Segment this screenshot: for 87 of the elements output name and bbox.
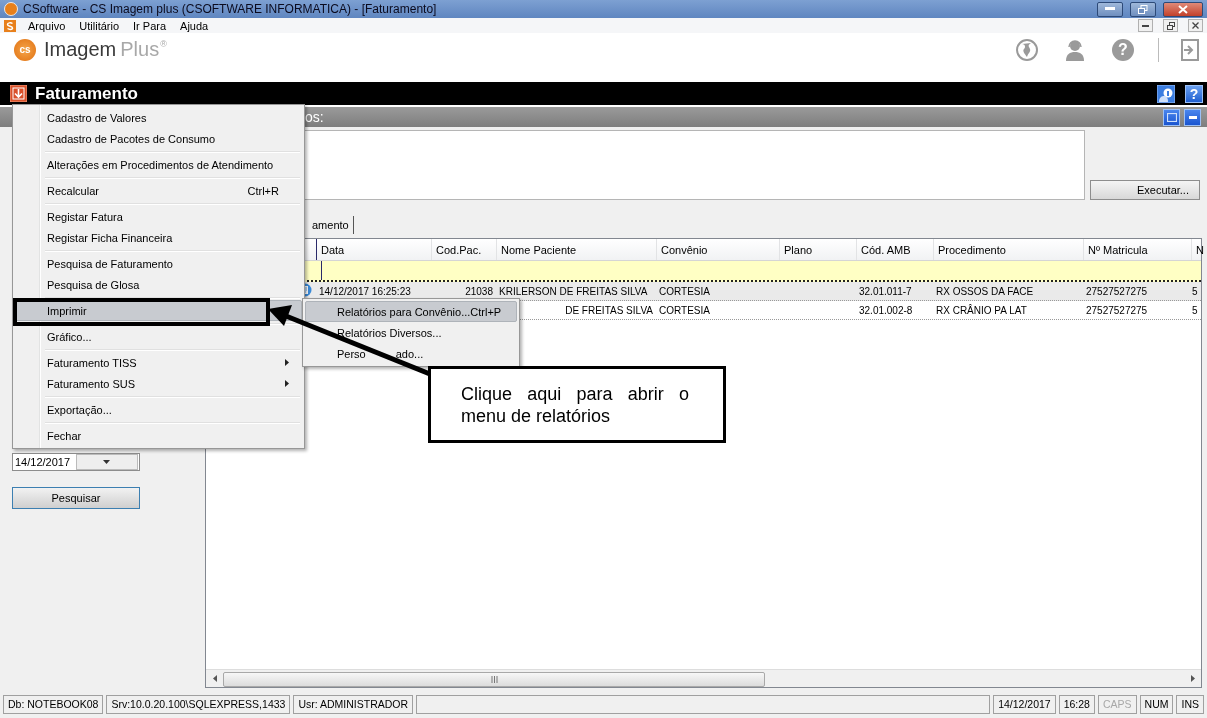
table-cell-text: 14/12/2017 16:25:23 bbox=[318, 285, 412, 297]
restore-icon bbox=[1138, 4, 1148, 14]
status-panel: NUM bbox=[1139, 694, 1174, 714]
status-panel: CAPS bbox=[1097, 694, 1137, 714]
user-icon[interactable] bbox=[1064, 38, 1086, 61]
close-button[interactable] bbox=[1163, 1, 1203, 17]
menu-item[interactable]: Perso ado... bbox=[305, 343, 517, 364]
child-close-button[interactable] bbox=[1188, 19, 1203, 32]
column-header[interactable]: Convênio bbox=[656, 239, 779, 260]
table-cell-text: 32.01.002-8 bbox=[858, 304, 914, 316]
menu-item[interactable]: Pesquisa de Faturamento bbox=[15, 253, 302, 274]
menu-item[interactable]: Recalcular Ctrl+R bbox=[15, 180, 302, 201]
status-panel: 14/12/2017 bbox=[993, 694, 1056, 714]
restore-button[interactable] bbox=[1130, 1, 1156, 17]
column-header[interactable]: Plano bbox=[779, 239, 856, 260]
column-header[interactable]: Data bbox=[316, 239, 431, 260]
status-panel: Db: NOTEBOOK08 bbox=[3, 694, 104, 714]
menu-item[interactable]: Registar Ficha Financeira bbox=[15, 227, 302, 248]
minimize-icon bbox=[1142, 24, 1149, 27]
status-panel: Usr: ADMINISTRADOR bbox=[293, 694, 414, 714]
module-title: Faturamento bbox=[35, 83, 138, 104]
grip-icon bbox=[490, 676, 498, 683]
scroll-right-icon[interactable] bbox=[1190, 675, 1195, 682]
close-icon bbox=[1178, 4, 1188, 14]
table-cell-text: KRILERSON DE FREITAS SILVA bbox=[498, 285, 649, 297]
menu-bar-item[interactable]: Ir Para bbox=[131, 19, 169, 32]
menu-bar-item[interactable]: Arquivo bbox=[26, 19, 68, 32]
menu-item[interactable]: Faturamento SUS bbox=[15, 373, 302, 394]
logo-suffix: Plus bbox=[120, 38, 160, 61]
menu-bar-item[interactable]: Ajuda bbox=[178, 19, 211, 32]
download-icon[interactable] bbox=[10, 85, 27, 102]
table-cell-text: 32.01.011-7 bbox=[858, 285, 913, 297]
column-header[interactable]: Procedimento bbox=[933, 239, 1083, 260]
date-field[interactable]: 14/12/2017 bbox=[12, 453, 140, 471]
menu-bar-item[interactable]: Utilitário bbox=[77, 19, 122, 32]
table-cell-text: 21038 bbox=[464, 285, 494, 297]
scroll-left-icon[interactable] bbox=[212, 675, 217, 682]
table-cell-text: 27527527275 bbox=[1085, 285, 1149, 297]
table-cell-text: 5 bbox=[1191, 304, 1199, 316]
column-header[interactable]: N bbox=[1191, 239, 1201, 260]
table-cell-text: RX OSSOS DA FACE bbox=[935, 285, 1035, 297]
table-cell-text: RX CRÂNIO PA LAT bbox=[935, 304, 1028, 316]
menu-item[interactable]: Registar Fatura bbox=[15, 206, 302, 227]
search-button[interactable]: Pesquisar bbox=[12, 487, 140, 509]
menu-item[interactable]: Cadastro de Pacotes de Consumo bbox=[15, 128, 302, 149]
table-cell-text: CORTESIA bbox=[658, 285, 711, 297]
panel-title: os: bbox=[305, 109, 324, 125]
maximize-icon bbox=[1166, 112, 1177, 122]
tab[interactable]: amento bbox=[311, 216, 354, 234]
menu-item[interactable]: Alterações em Procedimentos de Atendimento bbox=[15, 154, 302, 175]
scrollbar-thumb[interactable] bbox=[223, 672, 765, 687]
menu-item[interactable]: Faturamento TISS bbox=[15, 352, 302, 373]
table-cell-text: 5 bbox=[1191, 285, 1199, 297]
maximize-button[interactable] bbox=[1163, 108, 1180, 126]
status-panel: INS bbox=[1176, 694, 1204, 714]
child-minimize-button[interactable] bbox=[1138, 19, 1153, 32]
table-cell-text: 27527527275 bbox=[1085, 304, 1149, 316]
restore-icon bbox=[1166, 21, 1175, 30]
close-icon bbox=[1192, 22, 1199, 29]
menu-item[interactable]: Relatórios Diversos... bbox=[305, 322, 517, 343]
status-panel: Srv:10.0.20.100\SQLEXPRESS,1433 bbox=[106, 694, 291, 714]
callout-text: Clique aqui para abrir o menu de relatórios bbox=[461, 382, 689, 427]
column-header[interactable]: Cód. AMB bbox=[856, 239, 933, 260]
column-header[interactable]: Nome Paciente bbox=[496, 239, 656, 260]
app-icon bbox=[4, 2, 18, 16]
column-header[interactable]: Cod.Pac. bbox=[431, 239, 496, 260]
menu-item[interactable]: Gráfico... bbox=[15, 326, 302, 347]
exit-icon[interactable] bbox=[1181, 38, 1199, 61]
logo-name: Imagem bbox=[44, 38, 117, 61]
menu-item[interactable]: Cadastro de Valores bbox=[15, 107, 302, 128]
column-header[interactable]: Nº Matricula bbox=[1083, 239, 1191, 260]
window-title: CSoftware - CS Imagem plus (CSOFTWARE INFORMATICA) - [Faturamento] bbox=[23, 2, 437, 16]
info-icon[interactable] bbox=[1157, 84, 1175, 103]
minimize-icon bbox=[1188, 115, 1197, 119]
dropdown-arrow-icon bbox=[103, 460, 111, 464]
status-panel: 16:28 bbox=[1058, 694, 1095, 714]
menu-item[interactable]: Relatórios para Convênio...Ctrl+P bbox=[305, 301, 517, 322]
table-cell-text: CORTESIA bbox=[658, 304, 711, 316]
registered-mark: ® bbox=[160, 39, 167, 49]
logo-badge: cs bbox=[14, 38, 36, 61]
menu-item[interactable]: Exportação... bbox=[15, 399, 302, 420]
child-restore-button[interactable] bbox=[1163, 19, 1178, 32]
minimize-icon bbox=[1105, 7, 1115, 11]
execute-button[interactable]: Executar... bbox=[1090, 180, 1200, 200]
minimize-button[interactable] bbox=[1184, 108, 1201, 126]
minimize-button[interactable] bbox=[1097, 1, 1123, 17]
menu-item[interactable]: Fechar bbox=[15, 425, 302, 446]
